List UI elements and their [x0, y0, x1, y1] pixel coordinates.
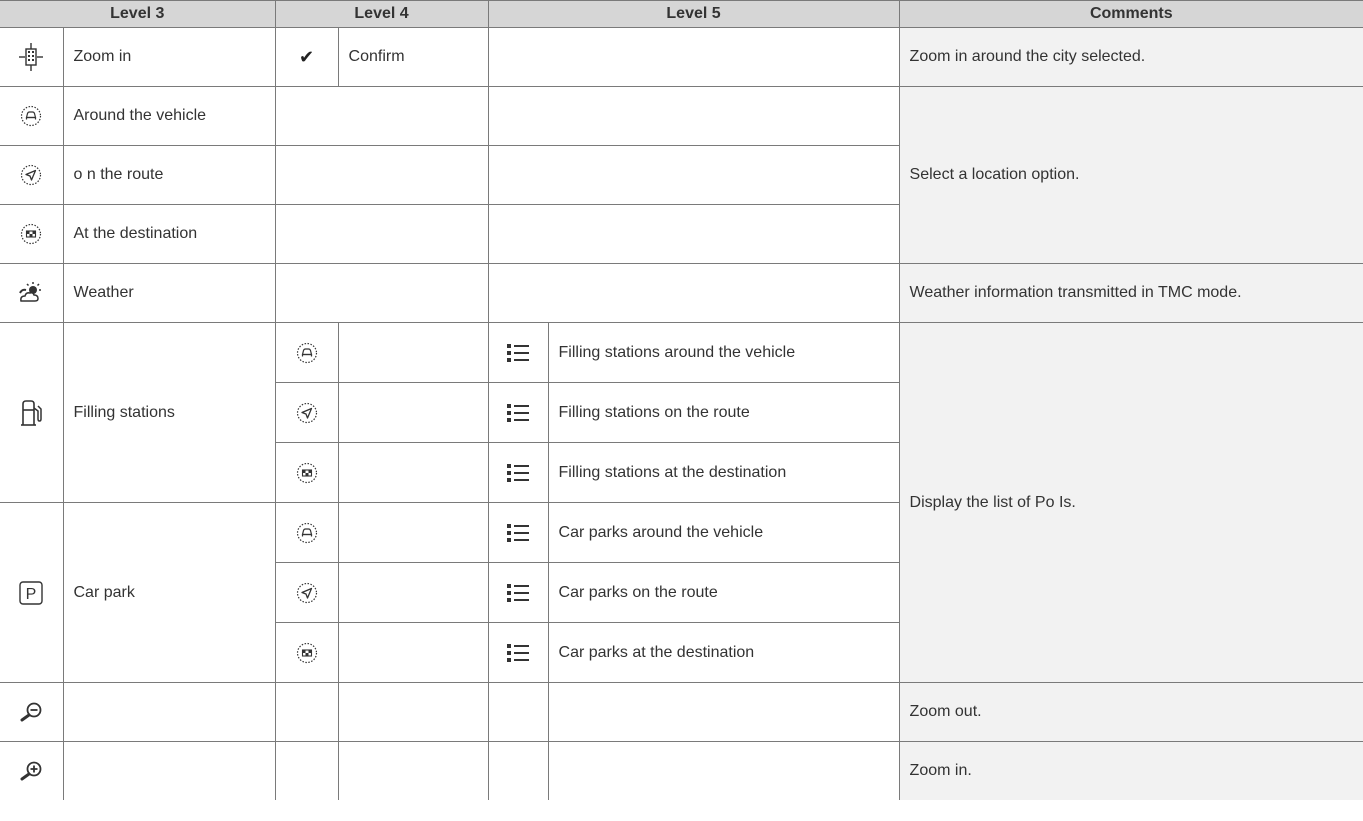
- carpark-destination-label: Car parks at the destination: [547, 622, 900, 683]
- table-row-zoom-in-bottom: Zoom in.: [0, 741, 1363, 800]
- vehicle-location-icon: [296, 342, 318, 364]
- table-row-filling-around: Filling stations Filling stations around…: [0, 322, 1363, 683]
- carpark-around-label: Car parks around the vehicle: [547, 502, 900, 563]
- menu-structure-table: Level 3 Level 4 Level 5 Comments Zoom in…: [0, 0, 1363, 800]
- header-level-3: Level 3: [0, 0, 276, 28]
- list-icon: [507, 523, 530, 543]
- filling-destination-label: Filling stations at the destination: [547, 442, 900, 503]
- weather-sun-cloud-icon: [18, 281, 44, 305]
- carpark-route-label: Car parks on the route: [547, 562, 900, 623]
- header-row: Level 3 Level 4 Level 5 Comments: [0, 0, 1363, 28]
- list-icon: [507, 463, 530, 483]
- map-crosshair-icon: [19, 43, 44, 71]
- check-icon: ✔: [298, 46, 315, 67]
- list-icon: [507, 403, 530, 423]
- list-icon: [507, 583, 530, 603]
- around-vehicle-label: Around the vehicle: [62, 86, 276, 146]
- destination-flag-icon: [296, 642, 318, 664]
- parking-icon: P: [19, 580, 43, 605]
- vehicle-location-icon: [296, 522, 318, 544]
- fuel-pump-icon: [20, 399, 42, 426]
- parking-letter: P: [26, 586, 37, 603]
- destination-flag-icon: [296, 462, 318, 484]
- header-comments: Comments: [898, 0, 1363, 28]
- header-level-5: Level 5: [487, 0, 900, 28]
- table-row-around-vehicle: Around the vehicle Select a location opt…: [0, 86, 1363, 264]
- list-icon: [507, 343, 530, 363]
- weather-label: Weather: [62, 263, 276, 323]
- zoom-in-bottom-comment: Zoom in.: [898, 741, 1363, 800]
- route-arrow-icon: [20, 164, 42, 186]
- table-row-zoom-in: Zoom in ✔ Confirm Zoom in around the cit…: [0, 27, 1363, 87]
- weather-comment: Weather information transmitted in TMC m…: [898, 263, 1363, 323]
- zoom-in-comment: Zoom in around the city selected.: [898, 27, 1363, 87]
- magnifier-plus-icon: [19, 760, 43, 782]
- magnifier-minus-icon: [19, 701, 43, 723]
- zoom-out-comment: Zoom out.: [898, 682, 1363, 742]
- filling-stations-label: Filling stations: [62, 322, 276, 503]
- zoom-in-label: Zoom in: [62, 27, 276, 87]
- vehicle-location-icon: [20, 105, 42, 127]
- at-destination-label: At the destination: [62, 204, 276, 264]
- destination-flag-icon: [20, 223, 42, 245]
- confirm-label: Confirm: [337, 27, 489, 87]
- location-comment: Select a location option.: [898, 86, 1363, 264]
- on-route-label: o n the route: [62, 145, 276, 205]
- header-level-4: Level 4: [274, 0, 489, 28]
- table-row-zoom-out: Zoom out.: [0, 682, 1363, 742]
- route-arrow-icon: [296, 582, 318, 604]
- car-park-label: Car park: [62, 502, 276, 683]
- route-arrow-icon: [296, 402, 318, 424]
- pois-comment: Display the list of Po Is.: [898, 322, 1363, 683]
- list-icon: [507, 643, 530, 663]
- table-row-weather: Weather Weather information transmitted …: [0, 263, 1363, 323]
- filling-around-label: Filling stations around the vehicle: [547, 322, 900, 383]
- filling-route-label: Filling stations on the route: [547, 382, 900, 443]
